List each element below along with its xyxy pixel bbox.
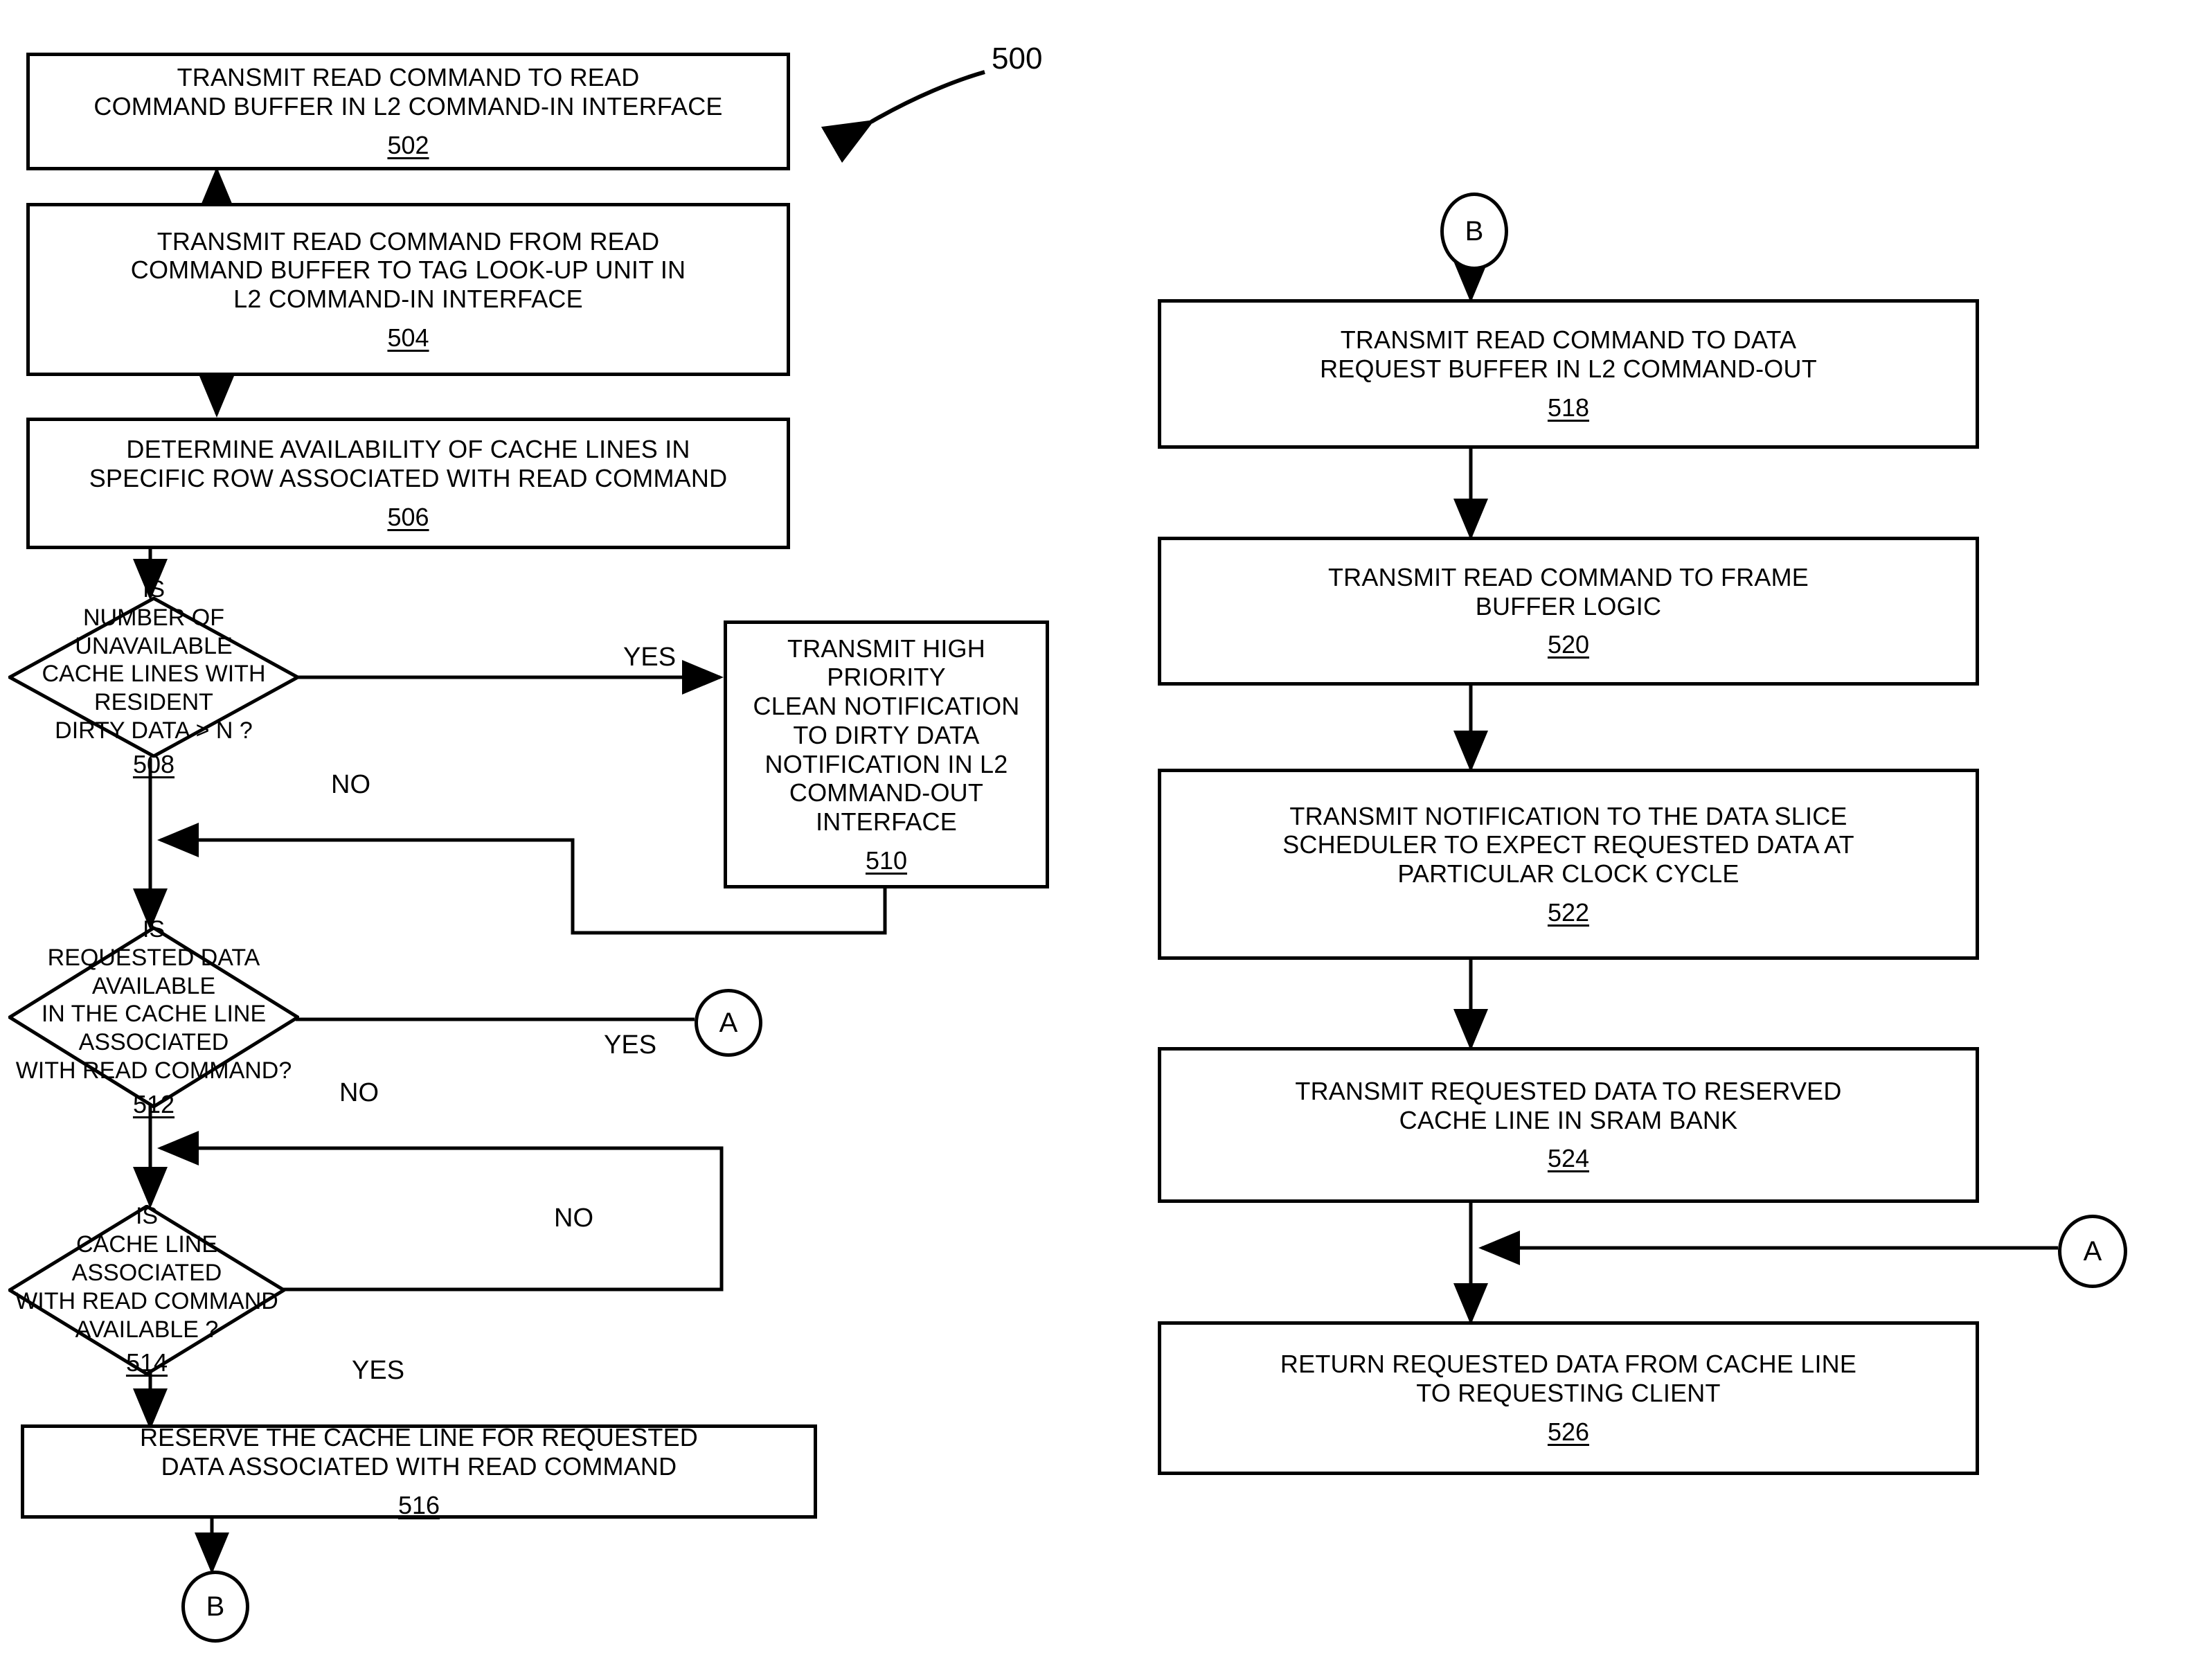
edge-label-no-508: NO — [331, 770, 370, 799]
decision-node-508-ref: 508 — [132, 749, 175, 778]
decision-node-512-ref: 512 — [132, 1089, 175, 1118]
decision-node-508-text: IS NUMBER OF UNAVAILABLE CACHE LINES WIT… — [42, 576, 266, 744]
figure-number-label: 500 — [992, 42, 1043, 75]
connector-b-to-518[interactable]: B — [1440, 193, 1508, 270]
process-node-502[interactable]: TRANSMIT READ COMMAND TO READ COMMAND BU… — [26, 53, 790, 170]
decision-node-514[interactable]: IS CACHE LINE ASSOCIATED WITH READ COMMA… — [8, 1203, 285, 1377]
process-node-518-ref: 518 — [1547, 393, 1590, 422]
connector-a-from-512[interactable]: A — [695, 989, 762, 1057]
process-node-510[interactable]: TRANSMIT HIGH PRIORITY CLEAN NOTIFICATIO… — [724, 620, 1049, 888]
process-node-502-ref: 502 — [387, 130, 429, 159]
process-node-506[interactable]: DETERMINE AVAILABILITY OF CACHE LINES IN… — [26, 418, 790, 549]
decision-node-512[interactable]: IS REQUESTED DATA AVAILABLE IN THE CACHE… — [8, 916, 299, 1118]
edge-label-no-514: NO — [554, 1204, 593, 1233]
process-node-504-ref: 504 — [387, 323, 429, 352]
process-node-506-text: DETERMINE AVAILABILITY OF CACHE LINES IN… — [89, 435, 728, 493]
connector-a-to-526[interactable]: A — [2058, 1215, 2127, 1288]
process-node-502-text: TRANSMIT READ COMMAND TO READ COMMAND BU… — [93, 63, 723, 121]
edge-label-yes-514: YES — [352, 1356, 405, 1385]
connector-a-to-526-label: A — [2083, 1235, 2102, 1267]
process-node-526[interactable]: RETURN REQUESTED DATA FROM CACHE LINE TO… — [1158, 1321, 1979, 1475]
process-node-524[interactable]: TRANSMIT REQUESTED DATA TO RESERVED CACH… — [1158, 1047, 1979, 1203]
process-node-518-text: TRANSMIT READ COMMAND TO DATA REQUEST BU… — [1320, 325, 1817, 384]
connector-b-from-516-label: B — [206, 1591, 225, 1622]
process-node-520-ref: 520 — [1547, 630, 1590, 659]
connector-b-to-518-label: B — [1465, 215, 1484, 247]
decision-node-514-text: IS CACHE LINE ASSOCIATED WITH READ COMMA… — [15, 1203, 278, 1343]
process-node-524-ref: 524 — [1547, 1144, 1590, 1173]
process-node-520[interactable]: TRANSMIT READ COMMAND TO FRAME BUFFER LO… — [1158, 537, 1979, 686]
decision-node-512-text: IS REQUESTED DATA AVAILABLE IN THE CACHE… — [15, 916, 292, 1084]
process-node-522[interactable]: TRANSMIT NOTIFICATION TO THE DATA SLICE … — [1158, 769, 1979, 960]
process-node-522-text: TRANSMIT NOTIFICATION TO THE DATA SLICE … — [1282, 801, 1854, 888]
process-node-510-ref: 510 — [865, 846, 908, 875]
decision-node-508[interactable]: IS NUMBER OF UNAVAILABLE CACHE LINES WIT… — [8, 576, 299, 778]
connector-a-from-512-label: A — [719, 1007, 738, 1038]
process-node-518[interactable]: TRANSMIT READ COMMAND TO DATA REQUEST BU… — [1158, 299, 1979, 449]
connector-b-from-516[interactable]: B — [181, 1571, 249, 1643]
process-node-506-ref: 506 — [387, 502, 429, 531]
process-node-504[interactable]: TRANSMIT READ COMMAND FROM READ COMMAND … — [26, 203, 790, 376]
process-node-520-text: TRANSMIT READ COMMAND TO FRAME BUFFER LO… — [1327, 562, 1809, 620]
edge-label-yes-508: YES — [623, 643, 677, 672]
process-node-510-text: TRANSMIT HIGH PRIORITY CLEAN NOTIFICATIO… — [753, 634, 1020, 837]
flowchart-sheet: TRANSMIT READ COMMAND TO READ COMMAND BU… — [0, 0, 2193, 1680]
process-node-516[interactable]: RESERVE THE CACHE LINE FOR REQUESTED DAT… — [21, 1423, 817, 1519]
process-node-516-ref: 516 — [397, 1490, 440, 1519]
process-node-526-text: RETURN REQUESTED DATA FROM CACHE LINE TO… — [1280, 1350, 1857, 1408]
process-node-504-text: TRANSMIT READ COMMAND FROM READ COMMAND … — [130, 226, 686, 314]
process-node-522-ref: 522 — [1547, 897, 1590, 927]
edge-label-no-512: NO — [339, 1078, 379, 1107]
process-node-516-text: RESERVE THE CACHE LINE FOR REQUESTED DAT… — [139, 1423, 699, 1481]
process-node-526-ref: 526 — [1547, 1417, 1590, 1446]
process-node-524-text: TRANSMIT REQUESTED DATA TO RESERVED CACH… — [1295, 1076, 1842, 1134]
edge-label-yes-512: YES — [604, 1030, 657, 1060]
decision-node-514-ref: 514 — [125, 1348, 168, 1377]
